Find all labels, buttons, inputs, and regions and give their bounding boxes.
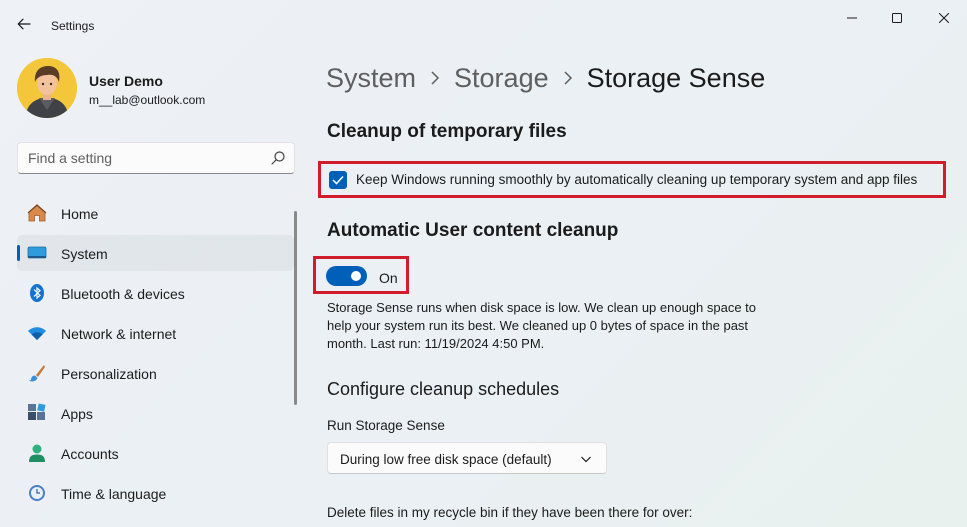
sidebar-item-label: System [61,246,108,262]
page-title: Storage Sense [586,62,766,93]
sidebar-item-label: Bluetooth & devices [61,286,185,302]
sidebar-item-label: Accounts [61,446,119,462]
app-title: Settings [51,19,95,33]
close-button[interactable] [921,6,967,30]
storage-sense-toggle[interactable] [326,266,367,286]
section-title-cleanup: Cleanup of temporary files [327,121,567,142]
sidebar-nav: Home System Bluetooth & devices Network … [17,195,294,515]
sidebar-item-apps[interactable]: Apps [17,395,294,431]
dropdown-selected-value: During low free disk space (default) [340,452,552,467]
account-icon [29,444,45,462]
chevron-right-icon [416,71,454,85]
sidebar-item-label: Personalization [61,366,157,382]
sidebar-item-label: Home [61,206,99,222]
breadcrumb-system[interactable]: System [326,63,416,94]
run-storage-sense-label: Run Storage Sense [327,418,445,433]
section-title-auto-cleanup: Automatic User content cleanup [327,220,619,241]
cleanup-checkbox-label[interactable]: Keep Windows running smoothly by automat… [356,172,917,187]
section-title-schedules: Configure cleanup schedules [327,379,560,399]
clock-globe-icon [29,485,45,501]
home-icon [27,204,47,222]
user-name: User Demo [89,73,163,89]
run-storage-sense-dropdown[interactable]: During low free disk space (default) [327,442,607,474]
sidebar-item-network[interactable]: Network & internet [17,315,294,351]
breadcrumb: System Storage Storage Sense [326,60,765,96]
close-icon [939,13,949,23]
back-button[interactable] [12,12,36,36]
cleanup-checkbox[interactable] [329,171,347,189]
sidebar-item-label: Time & language [61,486,167,502]
apps-icon [28,403,46,420]
sidebar-item-bluetooth[interactable]: Bluetooth & devices [17,275,294,311]
checkmark-icon [332,175,344,185]
sidebar-item-time-language[interactable]: Time & language [17,475,294,511]
sidebar-item-system[interactable]: System [17,235,294,271]
maximize-button[interactable] [874,6,920,30]
storage-sense-description: Storage Sense runs when disk space is lo… [327,300,757,351]
toggle-knob [351,271,361,281]
minimize-button[interactable] [829,6,875,30]
recycle-bin-label: Delete files in my recycle bin if they h… [327,505,693,520]
brush-icon [28,365,45,382]
sidebar-scrollbar[interactable] [294,211,297,405]
selection-indicator [17,245,20,261]
system-icon [27,246,47,259]
back-arrow-icon [17,18,31,30]
sidebar-item-label: Network & internet [61,326,177,342]
wifi-icon [28,327,46,340]
search-icon[interactable] [270,150,286,166]
sidebar-item-home[interactable]: Home [17,195,294,231]
breadcrumb-storage[interactable]: Storage [454,63,549,94]
avatar [17,58,77,118]
maximize-icon [892,13,902,23]
user-email: m__lab@outlook.com [89,93,206,107]
sidebar-item-accounts[interactable]: Accounts [17,435,294,471]
toggle-state-label: On [379,270,398,286]
chevron-down-icon [581,456,591,463]
title-bar: Settings [0,0,967,34]
chevron-right-icon [549,71,587,85]
sidebar-item-personalization[interactable]: Personalization [17,355,294,391]
search-input[interactable] [17,142,295,174]
bluetooth-icon [30,284,44,302]
avatar-image [17,58,77,118]
minimize-icon [847,17,857,19]
sidebar-item-label: Apps [61,406,93,422]
